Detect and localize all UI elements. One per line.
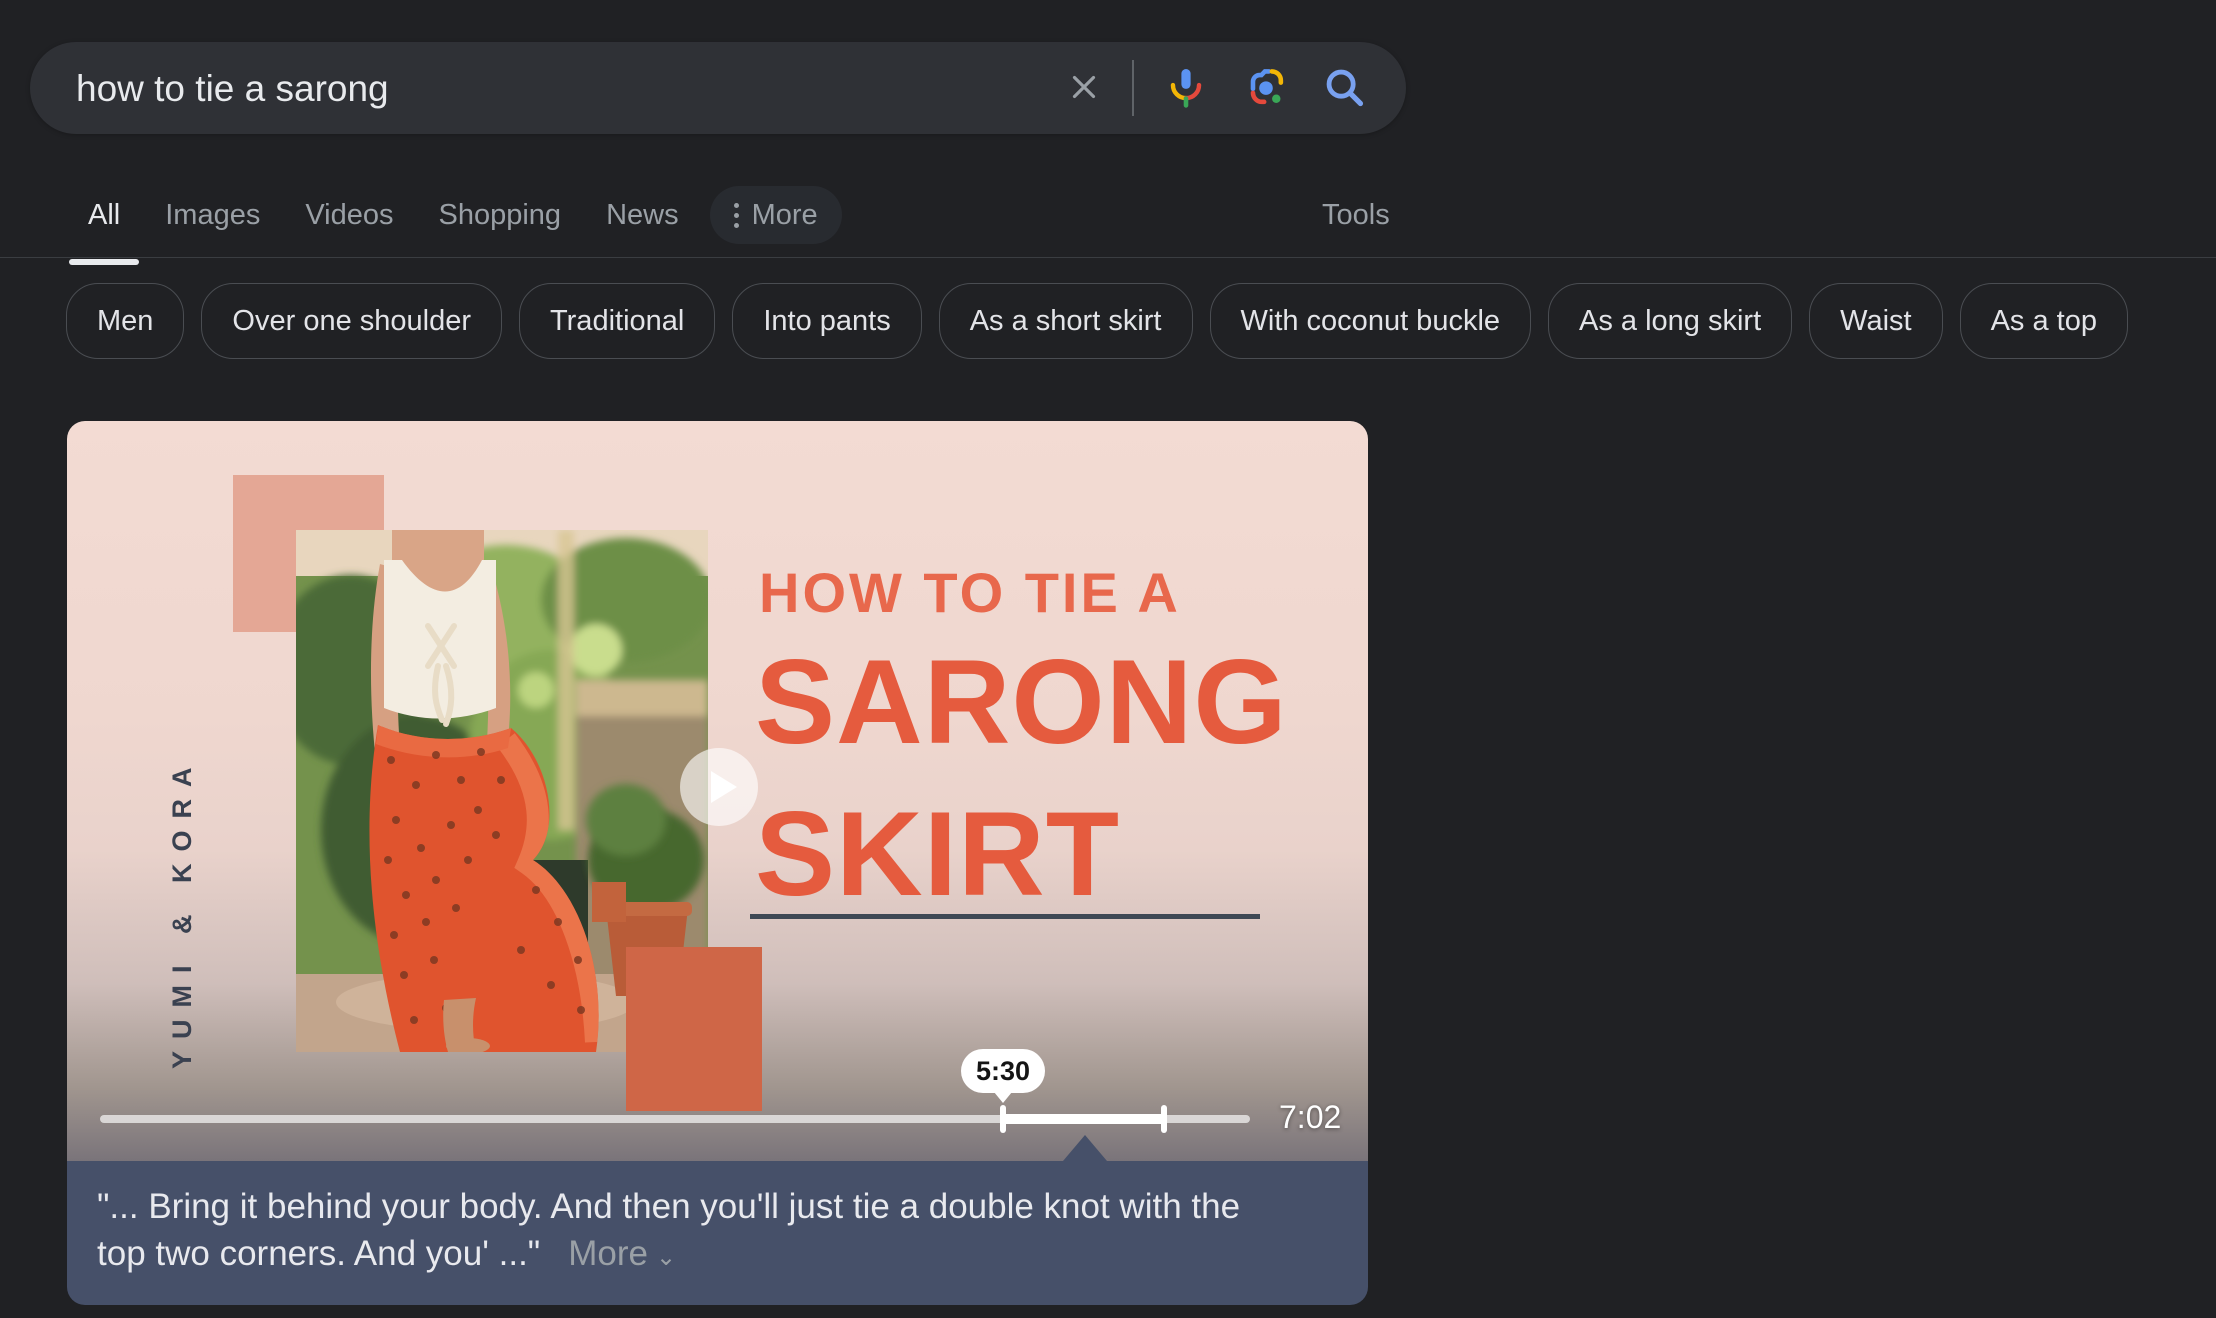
play-button[interactable]	[680, 748, 758, 826]
searchbar-actions	[1048, 42, 1382, 134]
filter-chips: Men Over one shoulder Traditional Into p…	[66, 283, 2128, 359]
searchbar-divider	[1132, 60, 1134, 116]
tab-videos[interactable]: Videos	[305, 199, 393, 232]
tab-shopping[interactable]: Shopping	[439, 199, 562, 232]
clear-button[interactable]	[1048, 42, 1120, 134]
microphone-icon	[1163, 64, 1209, 113]
caption-more-label: More	[568, 1234, 648, 1273]
tab-more[interactable]: More	[710, 186, 842, 244]
filter-chip-traditional[interactable]: Traditional	[519, 283, 715, 359]
tab-images[interactable]: Images	[165, 199, 260, 232]
search-icon	[1321, 64, 1367, 113]
filter-chip-as-a-short-skirt[interactable]: As a short skirt	[939, 283, 1193, 359]
timestamp-bubble: 5:30	[961, 1049, 1045, 1093]
video-duration: 7:02	[1279, 1099, 1341, 1136]
filter-chip-with-coconut-buckle[interactable]: With coconut buckle	[1210, 283, 1532, 359]
lens-search-button[interactable]	[1226, 42, 1306, 134]
timestamp-label: 5:30	[976, 1056, 1030, 1087]
search-submit-button[interactable]	[1306, 42, 1382, 134]
thumb-title-line1: HOW TO TIE A	[759, 560, 1181, 625]
title-underline	[750, 914, 1260, 919]
search-bar	[30, 42, 1406, 134]
video-result-card[interactable]: YUMI & KORA HOW TO TIE A SARONG SKIRT 5:…	[67, 421, 1368, 1305]
tabs-divider	[0, 257, 2216, 258]
segment-end-tick	[1161, 1105, 1167, 1133]
more-tab-label: More	[752, 199, 818, 232]
thumb-title-line2: SARONG	[755, 633, 1288, 771]
filter-chip-waist[interactable]: Waist	[1809, 283, 1942, 359]
tab-all[interactable]: All	[88, 199, 120, 232]
search-input[interactable]	[74, 42, 1038, 136]
caption-more-button[interactable]: More ⌄	[568, 1234, 676, 1273]
thumb-title-line3: SKIRT	[755, 785, 1120, 923]
more-dots-icon	[734, 203, 739, 228]
voice-search-button[interactable]	[1146, 42, 1226, 134]
filter-chip-as-a-long-skirt[interactable]: As a long skirt	[1548, 283, 1792, 359]
video-thumbnail[interactable]: YUMI & KORA HOW TO TIE A SARONG SKIRT 5:…	[67, 421, 1368, 1161]
filter-chip-men[interactable]: Men	[66, 283, 184, 359]
video-progress-segment	[1003, 1114, 1164, 1124]
result-tabs: All Images Videos Shopping News More	[88, 186, 842, 244]
close-icon	[1065, 68, 1103, 109]
caption-notch-icon	[1063, 1135, 1107, 1161]
filter-chip-into-pants[interactable]: Into pants	[732, 283, 921, 359]
brand-vertical-text: YUMI & KORA	[167, 729, 198, 1069]
filter-chip-over-one-shoulder[interactable]: Over one shoulder	[201, 283, 502, 359]
video-caption: "... Bring it behind your body. And then…	[67, 1161, 1368, 1305]
google-lens-icon	[1244, 65, 1288, 112]
chevron-down-icon: ⌄	[656, 1244, 676, 1271]
decor-square-orange	[626, 947, 762, 1111]
play-icon	[711, 771, 737, 803]
filter-chip-as-a-top[interactable]: As a top	[1960, 283, 2128, 359]
tools-button[interactable]: Tools	[1322, 186, 1390, 244]
tab-news[interactable]: News	[606, 199, 679, 232]
